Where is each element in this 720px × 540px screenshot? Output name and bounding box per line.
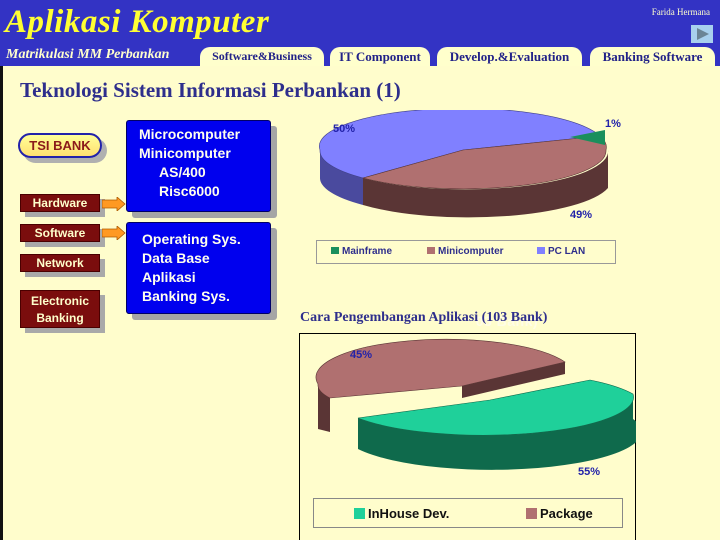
software-item: Data Base <box>142 250 210 266</box>
data-label-mainframe: 1% <box>605 118 621 130</box>
tab-software-business[interactable]: Software&Business <box>200 47 324 66</box>
category-electronic-banking-line1: Electronic <box>30 294 90 308</box>
legend-swatch <box>354 508 365 519</box>
legend-item-mainframe: Mainframe <box>331 246 392 257</box>
page-title: Teknologi Sistem Informasi Perbankan (1) <box>20 78 401 102</box>
legend-label: Mainframe <box>342 246 393 257</box>
data-label-minicomputer: 49% <box>570 209 592 221</box>
legend-swatch <box>526 508 537 519</box>
data-label-pclan: 50% <box>333 123 355 135</box>
tsi-bank-button[interactable]: TSI BANK <box>18 133 102 158</box>
software-item: Banking Sys. <box>142 288 230 304</box>
category-electronic-banking-button[interactable]: Electronic Banking <box>20 290 100 328</box>
legend-label: Minicomputer <box>438 246 504 257</box>
tab-develop-evaluation[interactable]: Develop.&Evaluation <box>437 47 582 66</box>
legend-swatch <box>331 247 339 254</box>
play-next-icon[interactable] <box>691 25 713 43</box>
legend-item-package: Package <box>526 506 593 521</box>
development-chart-legend: InHouse Dev. Package <box>313 498 623 528</box>
slide-header: Aplikasi Komputer Matrikulasi MM Perbank… <box>0 0 720 66</box>
data-label-package: 45% <box>350 349 372 361</box>
software-item: Aplikasi <box>142 269 196 285</box>
author-name: Farida Hermana <box>651 7 710 17</box>
arrow-right-icon <box>102 197 126 211</box>
app-title: Aplikasi Komputer <box>5 4 270 40</box>
legend-label: PC LAN <box>548 246 586 257</box>
tab-it-component[interactable]: IT Component <box>330 47 430 66</box>
hardware-item: Microcomputer <box>139 126 241 142</box>
legend-swatch <box>537 247 545 254</box>
slide-left-border <box>0 66 3 540</box>
software-items-box: Operating Sys. Data Base Aplikasi Bankin… <box>126 222 271 314</box>
category-network-button[interactable]: Network <box>20 254 100 272</box>
chart2-title: Cara Pengembangan Aplikasi (103 Bank) <box>300 310 548 325</box>
development-pie-chart: 45% 55% <box>315 338 636 478</box>
hardware-item: Risc6000 <box>159 183 220 199</box>
platform-chart-legend: Mainframe Minicomputer PC LAN <box>316 240 616 264</box>
legend-item-pclan: PC LAN <box>537 246 585 257</box>
legend-item-minicomputer: Minicomputer <box>427 246 504 257</box>
category-software-button[interactable]: Software <box>20 224 100 242</box>
hardware-item: Minicomputer <box>139 145 231 161</box>
legend-swatch <box>427 247 435 254</box>
arrow-right-icon <box>102 226 126 240</box>
software-item: Operating Sys. <box>142 231 241 247</box>
data-label-inhouse: 55% <box>578 466 600 478</box>
legend-label: Package <box>540 506 593 521</box>
category-electronic-banking-line2: Banking <box>36 311 84 325</box>
hardware-item: AS/400 <box>159 164 206 180</box>
course-subtitle: Matrikulasi MM Perbankan <box>6 47 170 62</box>
category-hardware-button[interactable]: Hardware <box>20 194 100 212</box>
tab-banking-software[interactable]: Banking Software <box>590 47 715 66</box>
legend-label: InHouse Dev. <box>368 506 450 521</box>
legend-item-inhouse: InHouse Dev. <box>354 506 449 521</box>
hardware-items-box: Microcomputer Minicomputer AS/400 Risc60… <box>126 120 271 212</box>
